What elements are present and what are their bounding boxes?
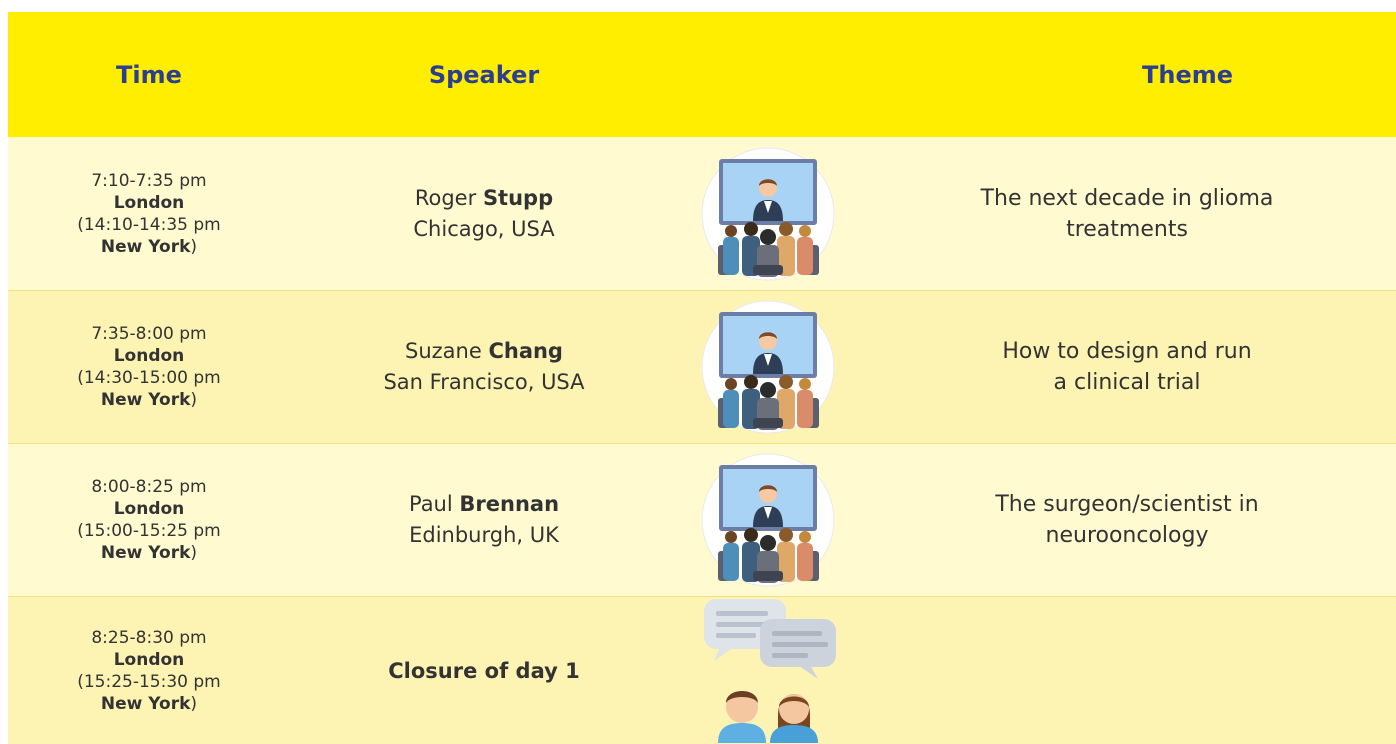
row-3-speaker: Paul Brennan Edinburgh, UK <box>290 443 678 596</box>
row-3-time-range: 8:00-8:25 pm <box>91 477 207 497</box>
row-3-alt-range: (15:00-15:25 pm <box>77 521 221 541</box>
row-1-speaker: Roger Stupp Chicago, USA <box>290 137 678 290</box>
row-1-alt-close: ) <box>190 236 198 257</box>
presentation-icon <box>701 147 835 280</box>
row-3-alt-close: ) <box>190 543 198 563</box>
row-1-time-range: 7:10-7:35 pm <box>91 170 207 191</box>
presentation-icon <box>701 453 835 587</box>
row-1-time: 7:10-7:35 pm London (14:10-14:35 pm New … <box>8 137 290 290</box>
row-3-time: 8:00-8:25 pm London (15:00-15:25 pm New … <box>8 443 290 596</box>
row-3-alt-city: New York <box>100 543 191 563</box>
row-2-alt-range: (14:30-15:00 pm <box>77 368 221 388</box>
row-1-location: Chicago, USA <box>413 216 555 241</box>
header-time: Time <box>8 12 290 137</box>
header-spacer <box>678 12 858 137</box>
row-3-location: Edinburgh, UK <box>409 523 559 547</box>
row-1-theme-line-1: The next decade in glioma <box>980 185 1274 211</box>
row-4-theme-empty <box>858 596 1396 744</box>
row-1-illustration <box>678 137 858 290</box>
row-1-last-name: Stupp <box>482 185 554 210</box>
row-2-theme-line-1: How to design and run <box>1002 339 1252 364</box>
row-1-first-name: Roger <box>414 185 477 210</box>
conversation-icon <box>704 598 836 743</box>
row-1-theme: The next decade in glioma treatments <box>858 137 1396 290</box>
row-1-alt-city: New York <box>100 236 191 257</box>
row-4-illustration <box>678 596 858 744</box>
row-3-first-name: Paul <box>408 492 453 516</box>
row-2-alt-city: New York <box>100 390 191 410</box>
row-2-speaker: Suzane Chang San Francisco, USA <box>290 290 678 443</box>
row-2-time: 7:35-8:00 pm London (14:30-15:00 pm New … <box>8 290 290 443</box>
row-2-first-name: Suzane <box>405 339 482 363</box>
row-4-alt-range: (15:25-15:30 pm <box>77 671 221 692</box>
row-2-last-name: Chang <box>488 339 563 363</box>
agenda-table: Time Speaker Theme 7:10-7:35 pm London (… <box>8 12 1396 744</box>
row-4-time: 8:25-8:30 pm London (15:25-15:30 pm New … <box>8 596 290 744</box>
row-3-theme-line-1: The surgeon/scientist in <box>995 492 1259 517</box>
header-theme: Theme <box>858 12 1396 137</box>
row-4-time-range: 8:25-8:30 pm <box>91 627 207 648</box>
row-4-time-city: London <box>113 649 185 670</box>
header-speaker: Speaker <box>290 12 678 137</box>
row-2-time-city: London <box>113 346 185 366</box>
row-4-alt-close: ) <box>190 693 198 714</box>
row-3-illustration <box>678 443 858 596</box>
row-1-alt-range: (14:10-14:35 pm <box>77 214 221 235</box>
row-3-last-name: Brennan <box>459 492 560 516</box>
row-1-time-city: London <box>113 192 185 213</box>
row-2-illustration <box>678 290 858 443</box>
row-2-theme: How to design and run a clinical trial <box>858 290 1396 443</box>
row-3-theme: The surgeon/scientist in neurooncology <box>858 443 1396 596</box>
row-2-location: San Francisco, USA <box>383 370 585 394</box>
row-2-theme-line-2: a clinical trial <box>1053 370 1201 395</box>
row-1-theme-line-2: treatments <box>1066 216 1188 242</box>
row-2-time-range: 7:35-8:00 pm <box>91 324 207 344</box>
row-4-alt-city: New York <box>100 693 191 714</box>
row-3-theme-line-2: neurooncology <box>1045 523 1209 548</box>
presentation-icon <box>701 300 835 434</box>
row-2-alt-close: ) <box>190 390 198 410</box>
row-3-time-city: London <box>113 499 185 519</box>
row-4-closure: Closure of day 1 <box>290 596 678 744</box>
